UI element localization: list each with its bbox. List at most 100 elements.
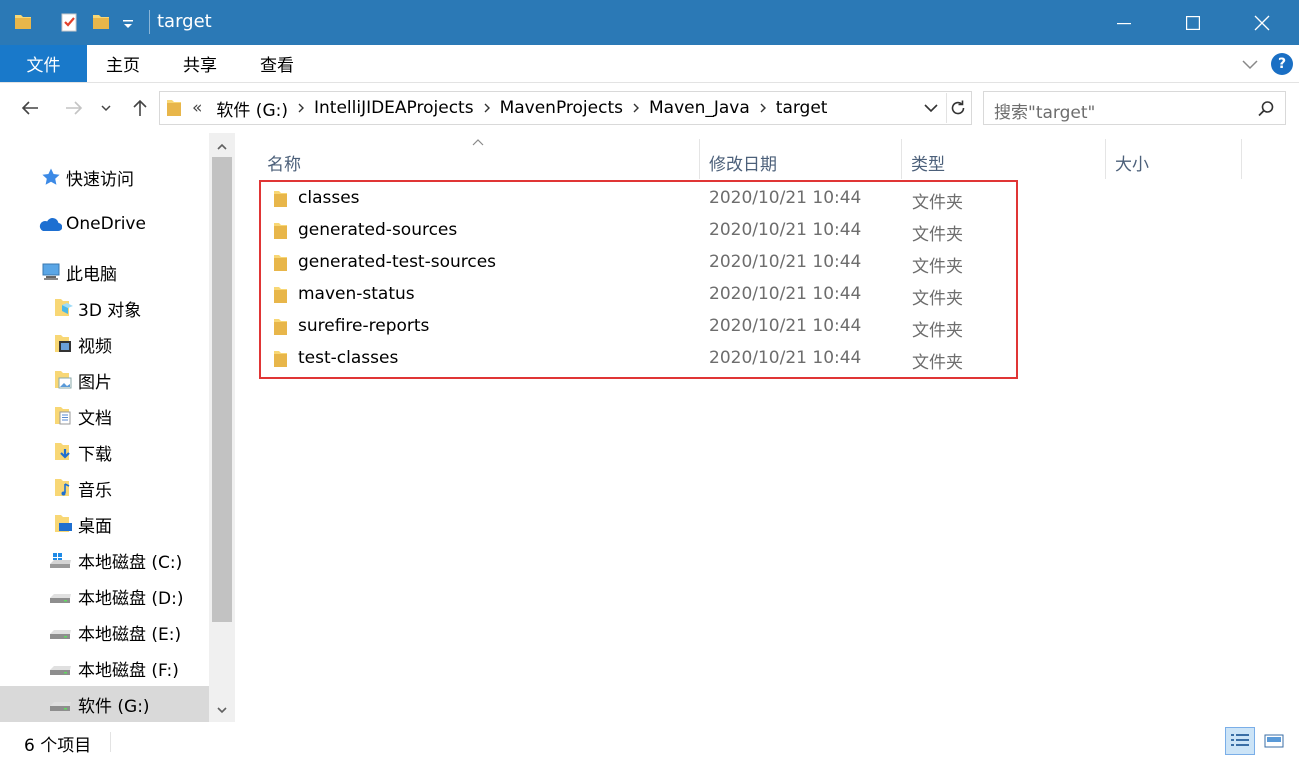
chevron-right-icon[interactable] — [756, 102, 770, 114]
file-row[interactable]: test-classes 2020/10/21 10:44 文件夹 — [260, 343, 1017, 375]
file-date: 2020/10/21 10:44 — [709, 188, 862, 208]
pictures-folder-icon — [52, 369, 74, 391]
help-icon[interactable]: ? — [1271, 53, 1293, 75]
nav-item-music[interactable]: 音乐 — [0, 470, 209, 506]
scroll-down-icon[interactable] — [209, 698, 235, 722]
3d-objects-folder-icon — [52, 297, 74, 319]
ribbon: 文件 主页 共享 查看 ? — [0, 45, 1299, 83]
back-button[interactable] — [16, 93, 44, 123]
music-folder-icon — [52, 477, 74, 499]
nav-item-pictures[interactable]: 图片 — [0, 362, 209, 398]
nav-item-drive-d[interactable]: 本地磁盘 (D:) — [0, 578, 209, 614]
scrollbar-thumb[interactable] — [212, 157, 232, 622]
tab-home[interactable]: 主页 — [92, 45, 154, 82]
expand-ribbon-chevron-icon[interactable] — [1240, 55, 1260, 73]
chevron-right-icon[interactable] — [294, 102, 308, 114]
column-divider[interactable] — [1105, 139, 1106, 179]
downloads-folder-icon — [52, 441, 74, 463]
file-row[interactable]: generated-sources 2020/10/21 10:44 文件夹 — [260, 215, 1017, 247]
chevron-right-icon[interactable] — [480, 102, 494, 114]
file-date: 2020/10/21 10:44 — [709, 348, 862, 368]
nav-item-label: 本地磁盘 (E:) — [78, 624, 182, 645]
search-input[interactable]: 搜索"target" — [983, 91, 1286, 125]
nav-item-drive-f[interactable]: 本地磁盘 (F:) — [0, 650, 209, 686]
tab-share[interactable]: 共享 — [169, 45, 231, 82]
folder-icon — [271, 189, 289, 209]
nav-item-drive-e[interactable]: 本地磁盘 (E:) — [0, 614, 209, 650]
column-divider[interactable] — [901, 139, 902, 179]
folder-icon[interactable] — [12, 11, 34, 33]
recent-locations-chevron-icon[interactable] — [96, 93, 116, 123]
file-date: 2020/10/21 10:44 — [709, 252, 862, 272]
file-row[interactable]: maven-status 2020/10/21 10:44 文件夹 — [260, 279, 1017, 311]
file-date: 2020/10/21 10:44 — [709, 284, 862, 304]
customize-toolbar-chevron-icon[interactable] — [118, 11, 138, 33]
file-type: 文件夹 — [912, 225, 963, 245]
column-header-size[interactable]: 大小 — [1107, 141, 1241, 183]
nav-item-label: OneDrive — [66, 214, 146, 234]
nav-item-documents[interactable]: 文档 — [0, 398, 209, 434]
nav-item-label: 此电脑 — [66, 264, 117, 285]
nav-scrollbar[interactable] — [209, 133, 235, 722]
windows-drive-icon — [48, 549, 74, 571]
column-header-name[interactable]: 名称 — [259, 141, 699, 183]
new-folder-icon[interactable] — [90, 11, 112, 33]
column-header-type[interactable]: 类型 — [903, 141, 1105, 183]
nav-item-quick-access[interactable]: 快速访问 — [0, 159, 209, 195]
address-history-chevron-icon[interactable] — [922, 100, 940, 116]
large-icons-view-button[interactable] — [1259, 727, 1289, 755]
nav-item-downloads[interactable]: 下载 — [0, 434, 209, 470]
breadcrumb-item-current[interactable]: target — [770, 98, 834, 118]
window-title: target — [157, 11, 212, 32]
file-name: surefire-reports — [298, 316, 430, 336]
nav-item-label: 本地磁盘 (F:) — [78, 660, 179, 681]
column-divider[interactable] — [1241, 139, 1242, 179]
drive-icon — [48, 621, 74, 643]
nav-item-label: 图片 — [78, 372, 112, 393]
maximize-button[interactable] — [1170, 0, 1216, 45]
nav-item-label: 下载 — [78, 444, 112, 465]
forward-button[interactable] — [60, 93, 88, 123]
nav-item-videos[interactable]: 视频 — [0, 326, 209, 362]
nav-item-label: 软件 (G:) — [78, 696, 150, 717]
nav-item-this-pc[interactable]: 此电脑 — [0, 254, 209, 290]
file-row[interactable]: generated-test-sources 2020/10/21 10:44 … — [260, 247, 1017, 279]
tab-file[interactable]: 文件 — [0, 45, 87, 82]
drive-icon — [48, 585, 74, 607]
scroll-up-icon[interactable] — [209, 135, 235, 159]
computer-icon — [40, 261, 62, 283]
title-separator — [149, 10, 150, 34]
nav-item-drive-g[interactable]: 软件 (G:) — [0, 686, 209, 722]
minimize-button[interactable] — [1101, 0, 1147, 45]
nav-item-desktop[interactable]: 桌面 — [0, 506, 209, 542]
file-name: maven-status — [298, 284, 415, 304]
refresh-icon[interactable] — [948, 98, 968, 118]
nav-item-3d-objects[interactable]: 3D 对象 — [0, 290, 209, 326]
close-button[interactable] — [1239, 0, 1285, 45]
search-icon[interactable] — [1256, 99, 1276, 119]
nav-item-drive-c[interactable]: 本地磁盘 (C:) — [0, 542, 209, 578]
folder-icon — [271, 317, 289, 337]
up-button[interactable] — [126, 93, 154, 123]
address-row: « 软件 (G:) IntelliJIDEAProjects MavenProj… — [0, 83, 1299, 133]
breadcrumb-overflow[interactable]: « — [188, 98, 210, 118]
folder-icon — [166, 98, 188, 118]
file-type: 文件夹 — [912, 321, 963, 341]
nav-item-onedrive[interactable]: OneDrive — [0, 206, 209, 242]
file-row[interactable]: classes 2020/10/21 10:44 文件夹 — [260, 183, 1017, 215]
column-header-date[interactable]: 修改日期 — [701, 141, 901, 183]
chevron-right-icon[interactable] — [629, 102, 643, 114]
address-divider — [946, 93, 947, 123]
column-divider[interactable] — [699, 139, 700, 179]
file-row[interactable]: surefire-reports 2020/10/21 10:44 文件夹 — [260, 311, 1017, 343]
properties-icon[interactable] — [58, 11, 80, 33]
breadcrumb-item[interactable]: MavenProjects — [494, 98, 629, 118]
tab-view[interactable]: 查看 — [246, 45, 308, 82]
search-placeholder: 搜索"target" — [994, 103, 1096, 123]
details-view-button[interactable] — [1225, 727, 1255, 755]
address-bar[interactable]: « 软件 (G:) IntelliJIDEAProjects MavenProj… — [159, 91, 972, 125]
status-bar: 6 个项目 — [0, 722, 1299, 760]
breadcrumb-item[interactable]: 软件 (G:) — [210, 96, 294, 121]
breadcrumb-item[interactable]: Maven_Java — [643, 98, 756, 118]
breadcrumb-item[interactable]: IntelliJIDEAProjects — [308, 98, 480, 118]
